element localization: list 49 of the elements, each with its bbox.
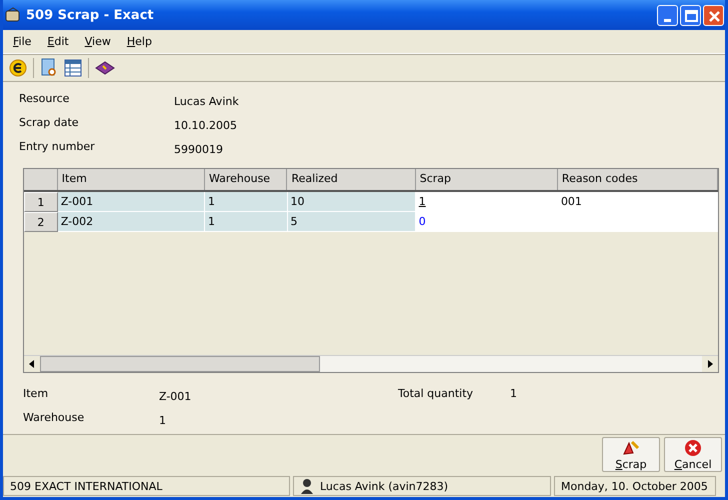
row-header[interactable]: 1 — [24, 192, 58, 212]
column-header[interactable]: Reason codes — [558, 169, 718, 190]
table-cell: Z-001 — [58, 192, 205, 212]
field-value: 1 — [159, 413, 166, 427]
app-icon — [4, 7, 22, 23]
horizontal-scrollbar[interactable] — [24, 355, 718, 372]
close-button[interactable] — [703, 4, 724, 26]
table-cell: 1 — [204, 212, 288, 232]
table-icon[interactable] — [64, 59, 82, 77]
table-cell: 5 — [288, 212, 416, 232]
table-cell: Z-002 — [58, 212, 205, 232]
row-header[interactable]: 2 — [24, 212, 58, 232]
e-logo-icon[interactable] — [9, 59, 27, 77]
menu-item[interactable]: File — [13, 35, 32, 48]
field-label: Item — [23, 387, 50, 402]
status-user: Lucas Avink (avin7283) — [320, 480, 448, 492]
column-header[interactable]: Scrap — [416, 169, 558, 190]
field-label: Scrap date — [19, 116, 80, 129]
cancel-button[interactable]: Cancel — [664, 437, 722, 472]
field-label: Resource — [19, 92, 70, 105]
status-company: 509 EXACT INTERNATIONAL — [3, 476, 290, 496]
table-cell: 001 — [558, 192, 718, 212]
field-value: Lucas Avink — [174, 94, 239, 108]
column-header[interactable]: Realized — [287, 169, 416, 190]
minimize-button[interactable] — [657, 4, 678, 26]
cancel-icon — [684, 438, 702, 456]
user-icon — [300, 478, 314, 494]
menu-item[interactable]: View — [84, 35, 111, 48]
table-cell: 1 — [204, 192, 288, 212]
column-header[interactable]: Item — [58, 169, 205, 190]
table-cell: 0 — [416, 212, 558, 232]
field-value: 5990019 — [174, 142, 223, 156]
field-value: 10.10.2005 — [174, 118, 237, 132]
column-header[interactable]: Warehouse — [204, 169, 288, 190]
minimize-icon — [664, 18, 671, 22]
menu-item[interactable]: Help — [126, 35, 152, 48]
field-value: 1 — [510, 387, 517, 402]
scrap-button[interactable]: Scrap — [602, 437, 660, 472]
menu-item[interactable]: Edit — [47, 35, 69, 48]
field-value: Z-001 — [159, 389, 192, 403]
field-label: Warehouse — [23, 411, 86, 426]
table-cell: 10 — [288, 192, 416, 212]
table-cell: 1 — [416, 192, 558, 212]
maximize-button[interactable] — [680, 4, 701, 26]
document-search-icon[interactable] — [40, 58, 58, 78]
field-label: Total quantity — [398, 387, 474, 402]
field-label: Entry number — [19, 140, 96, 153]
status-date: Monday, 10. October 2005 — [554, 476, 716, 496]
window-title: 509 Scrap - Exact — [26, 8, 154, 22]
